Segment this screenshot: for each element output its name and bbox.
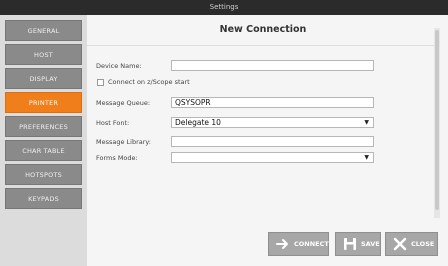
sidebar-item-printer[interactable]: PRINTER [5,92,82,113]
message-queue-input[interactable]: QSYSOPR [171,97,374,108]
forms-mode-label: Forms Mode: [96,154,138,162]
connect-button-label: CONNECT [294,240,329,248]
sidebar-item-hotspots[interactable]: HOTSPOTS [5,164,82,185]
sidebar: GENERAL HOST DISPLAY PRINTER PREFERENCES… [0,15,87,266]
dropdown-arrow-icon: ▼ [364,154,369,161]
close-icon [393,237,407,251]
save-button-label: SAVE [361,240,380,248]
message-queue-label: Message Queue: [96,99,151,107]
connect-on-start-checkbox[interactable] [97,79,104,86]
connect-on-start-label: Connect on z/Scope start [108,78,190,86]
window-title: Settings [0,0,448,15]
host-font-label: Host Font: [96,119,130,127]
device-name-input[interactable] [171,60,374,71]
save-button[interactable]: SAVE [335,232,381,256]
dropdown-arrow-icon: ▼ [364,119,369,126]
forms-mode-select[interactable]: ▼ [171,152,374,163]
sidebar-item-char-table[interactable]: CHAR TABLE [5,140,82,161]
device-name-label: Device Name: [96,62,142,70]
message-library-input[interactable] [171,136,374,147]
close-button[interactable]: CLOSE [385,232,438,256]
sidebar-item-display[interactable]: DISPLAY [5,68,82,89]
message-library-label: Message Library: [96,138,151,146]
sidebar-item-keypads[interactable]: KEYPADS [5,188,82,209]
floppy-disk-icon [344,238,356,250]
scrollbar-thumb[interactable] [435,30,439,210]
sidebar-item-host[interactable]: HOST [5,44,82,65]
panel-scrollbar[interactable] [434,28,440,218]
arrow-right-icon [276,239,288,249]
panel-title: New Connection [219,24,307,35]
sidebar-item-preferences[interactable]: PREFERENCES [5,116,82,137]
host-font-select[interactable]: Delegate 10 ▼ [171,117,374,128]
close-button-label: CLOSE [411,240,435,248]
host-font-value: Delegate 10 [175,118,221,127]
panel-divider [87,45,439,46]
sidebar-item-general[interactable]: GENERAL [5,20,82,41]
connect-button[interactable]: CONNECT [268,232,329,256]
